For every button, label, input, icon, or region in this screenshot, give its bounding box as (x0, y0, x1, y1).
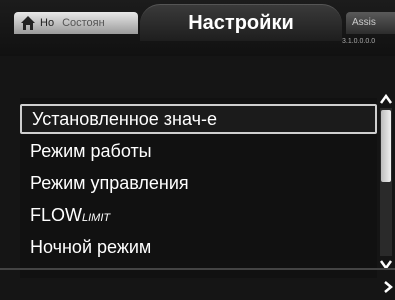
divider (0, 268, 395, 270)
tab-bar: Но Состоян Настройки Assis 3.1.0.0.0.0 (0, 0, 395, 56)
menu-item-night-mode[interactable]: Ночной режим (20, 232, 377, 262)
tab-assist[interactable]: Assis (346, 12, 395, 34)
screen: Но Состоян Настройки Assis 3.1.0.0.0.0 У… (0, 0, 395, 300)
home-icon (20, 15, 36, 31)
tab-home-label: Но (40, 17, 55, 29)
settings-menu: Установленное знач-е Режим работы Режим … (20, 98, 377, 278)
menu-item-label-suffix: LIMIT (82, 212, 111, 224)
menu-item-flowlimit[interactable]: FLOWLIMIT (20, 200, 377, 230)
menu-item-label: Режим работы (30, 141, 152, 161)
tab-home-status[interactable]: Но Состоян (14, 12, 138, 34)
version-label: 3.1.0.0.0.0 (342, 38, 376, 45)
menu-item-label: Режим управления (30, 173, 189, 193)
menu-item-label: FLOW (30, 205, 82, 225)
tab-status-label: Состоян (62, 17, 105, 29)
chevron-right-icon[interactable] (381, 280, 395, 293)
scrollbar-thumb[interactable] (381, 110, 391, 182)
tab-assist-label: Assis (352, 17, 376, 28)
menu-item-label: Установленное знач-е (32, 109, 217, 129)
menu-item-label: Ночной режим (30, 237, 152, 257)
menu-item-operating-mode[interactable]: Режим работы (20, 136, 377, 166)
tab-settings[interactable]: Настройки (140, 4, 342, 41)
page-title: Настройки (188, 11, 294, 34)
chevron-up-icon[interactable] (379, 92, 393, 104)
menu-item-setpoint[interactable]: Установленное знач-е (20, 104, 377, 134)
menu-item-control-mode[interactable]: Режим управления (20, 168, 377, 198)
